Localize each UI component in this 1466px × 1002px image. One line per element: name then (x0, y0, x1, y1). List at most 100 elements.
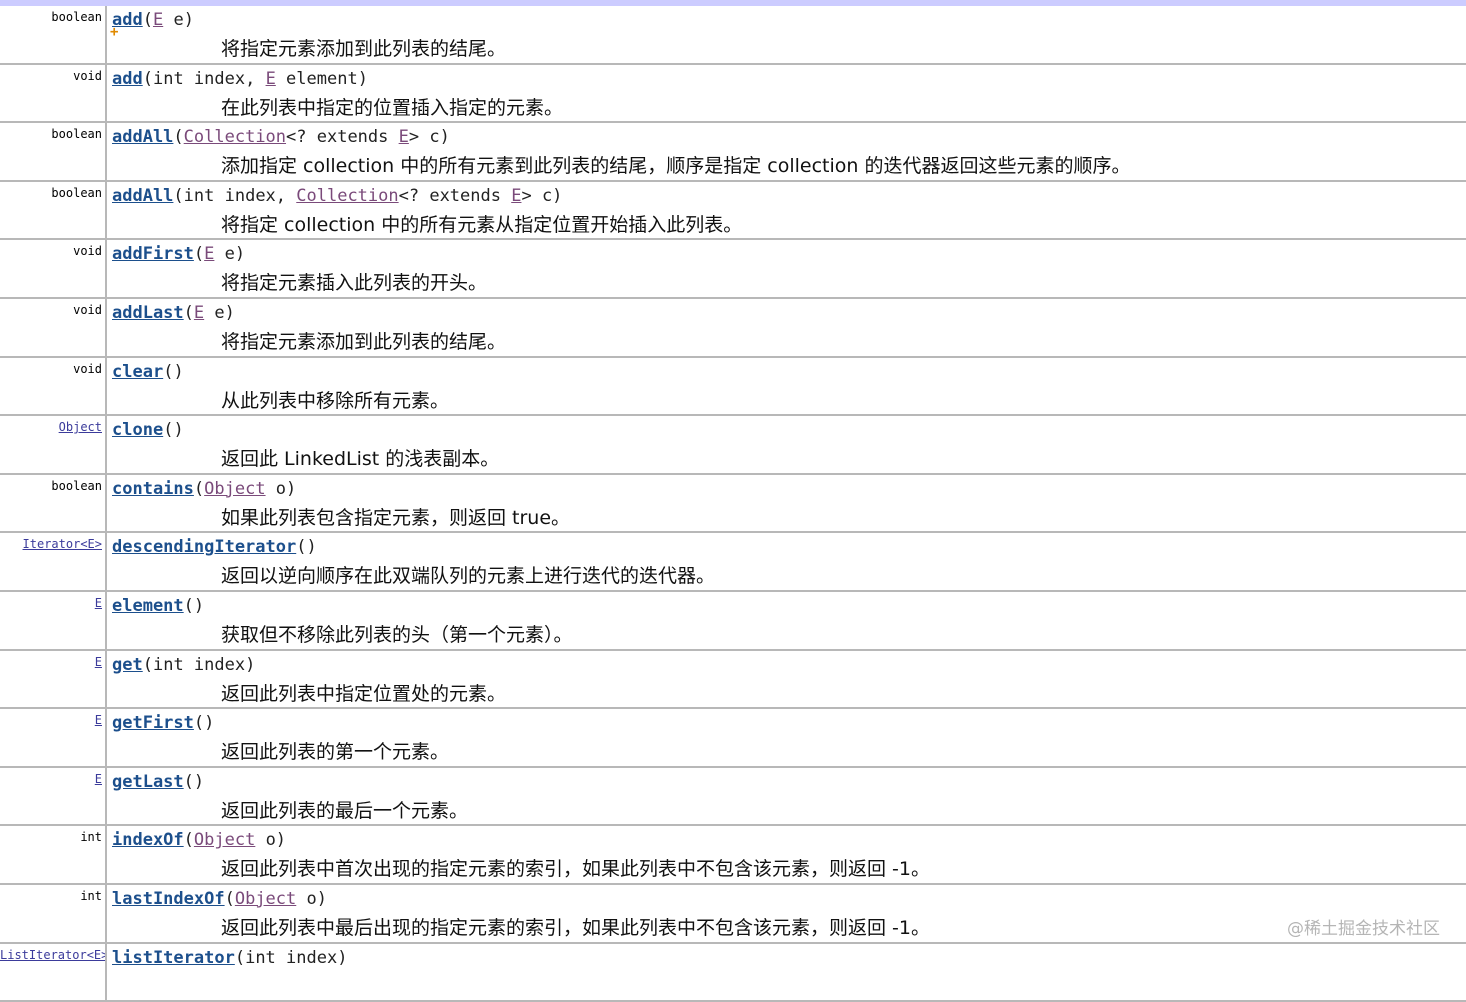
method-signature: addLast(E e) (112, 303, 235, 323)
method-description: 添加指定 collection 中的所有元素到此列表的结尾，顺序是指定 coll… (221, 151, 1130, 178)
return-type-link[interactable]: E (95, 713, 102, 727)
return-type: void (0, 358, 107, 415)
return-type-link[interactable]: E (95, 655, 102, 669)
param-text: ) (306, 537, 316, 557)
method-link[interactable]: getLast (112, 772, 184, 792)
return-type-link[interactable]: E (95, 772, 102, 786)
param-text: <? extends (286, 127, 399, 147)
table-row: booleanaddAll(int index, Collection<? ex… (0, 182, 1466, 241)
method-description: 返回此 LinkedList 的浅表副本。 (221, 444, 499, 471)
paren: ( (184, 596, 194, 616)
method-link[interactable]: addAll (112, 186, 173, 206)
method-description: 获取但不移除此列表的头（第一个元素）。 (221, 620, 573, 647)
method-link[interactable]: getFirst (112, 713, 194, 733)
return-type[interactable]: Iterator<E> (0, 533, 107, 590)
param-type-link[interactable]: Collection (184, 127, 286, 147)
method-description: 返回以逆向顺序在此双端队列的元素上进行迭代的迭代器。 (221, 561, 715, 588)
return-type[interactable]: ListIterator<E> (0, 944, 107, 1001)
param-type-link[interactable]: Object (194, 830, 255, 850)
table-row: Eget(int index)返回此列表中指定位置处的元素。 (0, 651, 1466, 710)
return-type: int (0, 826, 107, 883)
return-type: boolean (0, 6, 107, 63)
param-text: > c) (521, 186, 562, 206)
paren: ( (194, 479, 204, 499)
param-text: o) (255, 830, 286, 850)
method-link[interactable]: addAll (112, 127, 173, 147)
method-link[interactable]: addFirst (112, 244, 194, 264)
table-row: voidclear() 从此列表中移除所有元素。 (0, 358, 1466, 417)
paren: ( (225, 889, 235, 909)
method-signature: add(int index, E element) (112, 69, 368, 89)
table-row: EgetFirst() 返回此列表的第一个元素。 (0, 709, 1466, 768)
method-link[interactable]: get (112, 655, 143, 675)
method-link[interactable]: element (112, 596, 184, 616)
return-type[interactable]: E (0, 651, 107, 708)
method-summary-table: booleanadd(E e)将指定元素添加到此列表的结尾。voidadd(in… (0, 6, 1466, 1002)
method-signature: addFirst(E e) (112, 244, 245, 264)
param-type-link[interactable]: E (511, 186, 521, 206)
paren: ( (194, 244, 204, 264)
return-type-link[interactable]: E (95, 596, 102, 610)
method-link[interactable]: listIterator (112, 948, 235, 968)
table-row: voidaddFirst(E e)将指定元素插入此列表的开头。 (0, 240, 1466, 299)
method-link[interactable]: indexOf (112, 830, 184, 850)
param-type-link[interactable]: Object (204, 479, 265, 499)
table-row: voidaddLast(E e)将指定元素添加到此列表的结尾。 (0, 299, 1466, 358)
method-link[interactable]: clear (112, 362, 163, 382)
paren: ( (184, 303, 194, 323)
return-type-link[interactable]: Object (59, 420, 102, 434)
method-description: 返回此列表中首次出现的指定元素的索引，如果此列表中不包含该元素，则返回 -1。 (221, 854, 930, 881)
param-text: o) (296, 889, 327, 909)
method-signature: listIterator(int index) (112, 948, 347, 968)
method-description: 返回此列表的最后一个元素。 (221, 796, 468, 823)
param-type-link[interactable]: E (399, 127, 409, 147)
param-type-link[interactable]: E (153, 10, 163, 30)
param-text: int index, (153, 69, 266, 89)
param-type-link[interactable]: E (266, 69, 276, 89)
param-text: e) (204, 303, 235, 323)
return-type: void (0, 240, 107, 297)
return-type-link[interactable]: Iterator<E> (23, 537, 102, 551)
method-description: 将指定元素添加到此列表的结尾。 (221, 327, 506, 354)
return-type[interactable]: E (0, 768, 107, 825)
method-link[interactable]: clone (112, 420, 163, 440)
paren: ( (296, 537, 306, 557)
method-description: 从此列表中移除所有元素。 (221, 386, 449, 413)
paren: ( (173, 127, 183, 147)
paren: ( (143, 69, 153, 89)
param-text: <? extends (399, 186, 512, 206)
param-text: int index) (245, 948, 347, 968)
table-row: Eelement()获取但不移除此列表的头（第一个元素）。 (0, 592, 1466, 651)
method-signature: add(E e) (112, 10, 194, 30)
param-type-link[interactable]: E (204, 244, 214, 264)
param-text: e) (214, 244, 245, 264)
method-description: 返回此列表的第一个元素。 (221, 737, 449, 764)
return-type[interactable]: Object (0, 416, 107, 473)
method-link[interactable]: addLast (112, 303, 184, 323)
method-signature: clear() (112, 362, 184, 382)
method-description: 如果此列表包含指定元素，则返回 true。 (221, 503, 570, 530)
watermark: @稀土掘金技术社区 (1287, 914, 1440, 939)
method-signature: getFirst() (112, 713, 214, 733)
method-link[interactable]: contains (112, 479, 194, 499)
table-row: booleancontains(Object o)如果此列表包含指定元素，则返回… (0, 475, 1466, 534)
param-type-link[interactable]: Object (235, 889, 296, 909)
table-row: EgetLast()返回此列表的最后一个元素。 (0, 768, 1466, 827)
method-link[interactable]: add (112, 10, 143, 30)
method-link[interactable]: descendingIterator (112, 537, 296, 557)
param-type-link[interactable]: E (194, 303, 204, 323)
return-type[interactable]: E (0, 709, 107, 766)
table-row: ListIterator<E> listIterator(int index) (0, 944, 1466, 1002)
return-type[interactable]: E (0, 592, 107, 649)
param-type-link[interactable]: Collection (296, 186, 398, 206)
method-signature: lastIndexOf(Object o) (112, 889, 327, 909)
return-type: boolean (0, 182, 107, 239)
table-row: Iterator<E> descendingIterator() 返回以逆向顺序在此… (0, 533, 1466, 592)
method-description: 返回此列表中指定位置处的元素。 (221, 679, 506, 706)
method-link[interactable]: lastIndexOf (112, 889, 225, 909)
return-type-link[interactable]: ListIterator<E> (0, 948, 107, 962)
method-link[interactable]: add (112, 69, 143, 89)
param-text: o) (266, 479, 297, 499)
param-text: int index, (184, 186, 297, 206)
table-row: intlastIndexOf(Object o)返回此列表中最后出现的指定元素的… (0, 885, 1466, 944)
